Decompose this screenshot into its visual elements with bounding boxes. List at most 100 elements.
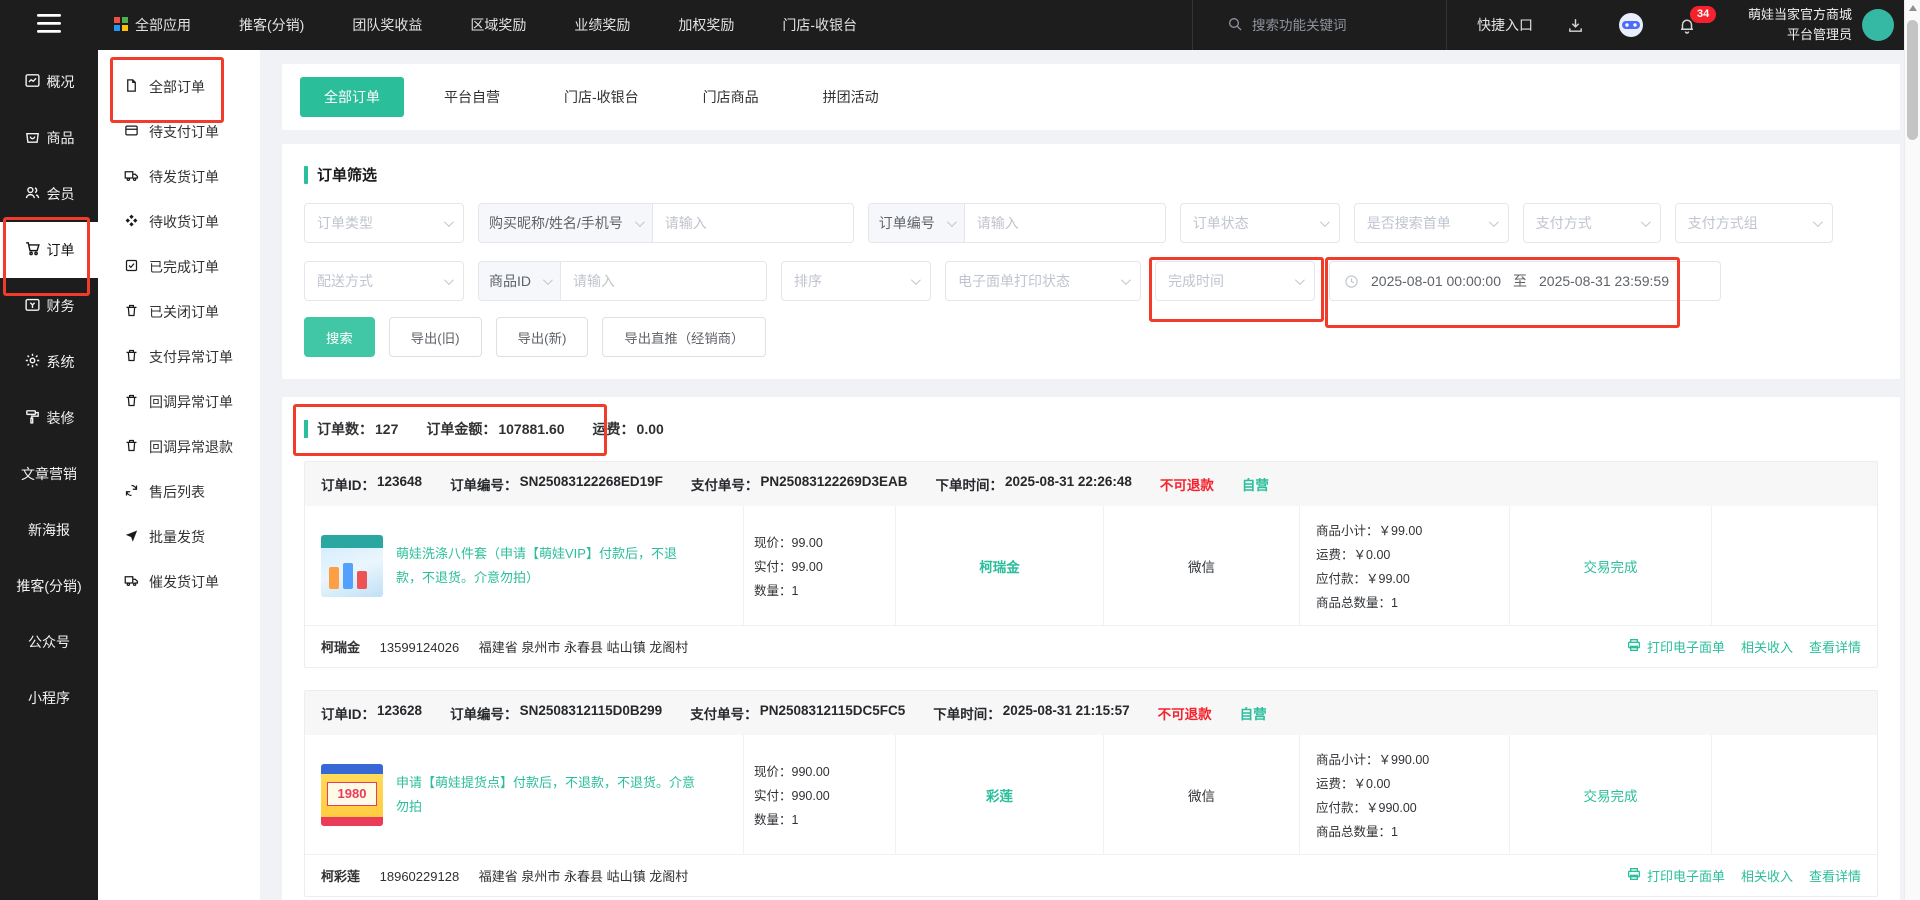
sidebar-item-new-poster[interactable]: 新海报: [0, 502, 98, 558]
order-status-select[interactable]: 订单状态: [1179, 203, 1340, 243]
sidebar-item-official-account[interactable]: 公众号: [0, 614, 98, 670]
product-image[interactable]: [321, 534, 383, 597]
sidebar-item-label: 系统: [46, 354, 75, 370]
sidebar-item-article-marketing[interactable]: 文章营销: [0, 446, 98, 502]
tab-store-cashier[interactable]: 门店-收银台: [540, 77, 663, 117]
submenu-item-unpaid-orders[interactable]: 待支付订单: [98, 109, 260, 154]
submenu-item-label: 回调异常退款: [149, 438, 233, 455]
scrollbar-thumb[interactable]: [1907, 20, 1918, 140]
submenu-item-callback-abnormal-orders[interactable]: 回调异常订单: [98, 379, 260, 424]
submenu-item-to-receive-orders[interactable]: 待收货订单: [98, 199, 260, 244]
sidebar-item-members[interactable]: 会员: [0, 166, 98, 222]
scroll-up-arrow-icon[interactable]: [1909, 5, 1917, 11]
sidebar-item-decorate[interactable]: 装修: [0, 390, 98, 446]
submenu-item-to-ship-orders[interactable]: 待发货订单: [98, 154, 260, 199]
view-detail-link[interactable]: 查看详情: [1809, 866, 1861, 885]
finish-time-date-range[interactable]: 2025-08-01 00:00:00 至 2025-08-31 23:59:5…: [1325, 257, 1721, 328]
delivery-method-select[interactable]: 配送方式: [304, 261, 464, 301]
product-name-link[interactable]: 萌娃洗涤八件套（申请【萌娃VIP】付款后，不退款，不退货。介意勿拍）: [396, 542, 696, 589]
topbar-item-region-reward[interactable]: 区域奖励: [470, 15, 526, 35]
send-icon: [124, 528, 139, 546]
notification-bell-icon[interactable]: 34: [1678, 5, 1717, 35]
order-type-select[interactable]: 订单类型: [304, 203, 464, 243]
page-scrollbar[interactable]: [1904, 0, 1920, 900]
export-direct-button[interactable]: 导出直推（经销商）: [602, 317, 767, 357]
sidebar-item-tuike[interactable]: 推客(分销): [0, 558, 98, 614]
tab-store-goods[interactable]: 门店商品: [679, 77, 783, 117]
assistant-robot-icon[interactable]: [1618, 12, 1644, 38]
download-icon[interactable]: [1567, 17, 1584, 34]
receiver-info: 柯瑞金 13599124026 福建省 泉州市 永春县 岵山镇 龙阁村: [321, 637, 704, 656]
hamburger-menu-button[interactable]: [0, 14, 98, 36]
search-input[interactable]: [1251, 17, 1402, 33]
tab-group-activity[interactable]: 拼团活动: [799, 77, 903, 117]
order-body: 1980 申请【萌娃提货点】付款后，不退款，不退货。介意勿拍 现价：990.00…: [305, 735, 1877, 854]
sidebar-item-mini-program[interactable]: 小程序: [0, 670, 98, 726]
order-no-input[interactable]: [964, 204, 1165, 242]
sidebar-item-finance[interactable]: 财务: [0, 278, 98, 334]
goods-id-field-select[interactable]: 商品ID: [479, 262, 561, 300]
topbar-item-label: 加权奖励: [678, 17, 735, 33]
avatar[interactable]: [1862, 9, 1894, 41]
pay-method-group-select[interactable]: 支付方式组: [1674, 203, 1833, 243]
print-eorder-link[interactable]: 打印电子面单: [1626, 866, 1725, 885]
sidebar-item-system[interactable]: 系统: [0, 334, 98, 390]
tab-all-orders[interactable]: 全部订单: [300, 77, 404, 117]
tab-platform-self[interactable]: 平台自营: [420, 77, 524, 117]
submenu-item-urge-ship-orders[interactable]: 催发货订单: [98, 559, 260, 604]
receiver-address: 福建省 泉州市 永春县 岵山镇 龙阁村: [478, 640, 689, 655]
buyer-link[interactable]: 彩莲: [895, 735, 1103, 854]
order-header: 订单ID： 123628 订单编号： SN2508312115D0B299 支付单号…: [305, 691, 1877, 735]
buyer-search-input[interactable]: [652, 204, 853, 242]
product-image[interactable]: 1980: [321, 763, 383, 826]
export-old-button[interactable]: 导出(旧): [388, 317, 482, 357]
view-detail-link[interactable]: 查看详情: [1809, 637, 1861, 656]
buyer-link[interactable]: 柯瑞金: [895, 506, 1103, 625]
sidebar-item-orders[interactable]: 订单: [0, 217, 98, 296]
topbar-item-weighted-reward[interactable]: 加权奖励: [678, 15, 734, 35]
topbar-item-label: 全部应用: [135, 17, 191, 33]
eorder-print-status-select[interactable]: 电子面单打印状态: [945, 261, 1141, 301]
search-button[interactable]: 搜索: [304, 317, 375, 357]
goods-id-input[interactable]: [561, 262, 766, 300]
submenu-item-all-orders[interactable]: 全部订单: [98, 57, 260, 123]
topbar-item-team-reward[interactable]: 团队奖收益: [352, 15, 422, 35]
pay-method-select[interactable]: 支付方式: [1522, 203, 1661, 243]
submenu-item-label: 待发货订单: [149, 168, 219, 185]
sidebar-item-goods[interactable]: 商品: [0, 110, 98, 166]
topbar-search: [1191, 0, 1446, 50]
submenu-item-batch-ship[interactable]: 批量发货: [98, 514, 260, 559]
submenu-item-label: 全部订单: [149, 78, 205, 95]
self-operated-tag: 自营: [1241, 478, 1269, 493]
overview-chart-icon: [24, 72, 41, 92]
related-income-link[interactable]: 相关收入: [1741, 866, 1793, 885]
goods-id-group: 商品ID: [478, 261, 767, 301]
submenu-item-completed-orders[interactable]: 已完成订单: [98, 244, 260, 289]
order-no-field-select[interactable]: 订单编号: [868, 204, 965, 242]
submenu-item-aftersale-list[interactable]: 售后列表: [98, 469, 260, 514]
sidebar-item-label: 订单: [46, 242, 75, 258]
product-name-link[interactable]: 申请【萌娃提货点】付款后，不退款，不退货。介意勿拍: [396, 771, 696, 818]
topbar-item-store-cashier[interactable]: 门店-收银台: [782, 15, 857, 35]
order-status: 交易完成: [1509, 735, 1711, 854]
quick-entry-link[interactable]: 快捷入口: [1477, 15, 1533, 35]
topbar-item-tuike[interactable]: 推客(分销): [239, 15, 304, 35]
sort-select[interactable]: 排序: [781, 261, 931, 301]
order-submenu: 全部订单 待支付订单 待发货订单 待收货订单 已完成订单 已关闭订单 支付异常订…: [98, 50, 260, 900]
submenu-item-closed-orders[interactable]: 已关闭订单: [98, 289, 260, 334]
related-income-link[interactable]: 相关收入: [1741, 637, 1793, 656]
user-info[interactable]: 萌娃当家官方商城 平台管理员: [1748, 5, 1852, 45]
sidebar-item-overview[interactable]: 概况: [0, 54, 98, 110]
topbar-item-all-apps[interactable]: 全部应用: [114, 15, 191, 35]
submenu-item-pay-abnormal-orders[interactable]: 支付异常订单: [98, 334, 260, 379]
sidebar-item-label: 概况: [46, 74, 75, 90]
topbar-item-performance-reward[interactable]: 业绩奖励: [574, 15, 630, 35]
order-status: 交易完成: [1509, 506, 1711, 625]
print-eorder-link[interactable]: 打印电子面单: [1626, 637, 1725, 656]
export-new-button[interactable]: 导出(新): [495, 317, 589, 357]
finish-time-select[interactable]: 完成时间: [1149, 257, 1324, 322]
first-order-select[interactable]: 是否搜索首单: [1353, 203, 1509, 243]
buyer-field-select[interactable]: 购买昵称/姓名/手机号: [479, 204, 653, 242]
submenu-item-callback-abnormal-refund[interactable]: 回调异常退款: [98, 424, 260, 469]
amount-summary-cell: 商品小计：￥99.00 运费：￥0.00 应付款：￥99.00 商品总数量：1: [1299, 506, 1509, 625]
